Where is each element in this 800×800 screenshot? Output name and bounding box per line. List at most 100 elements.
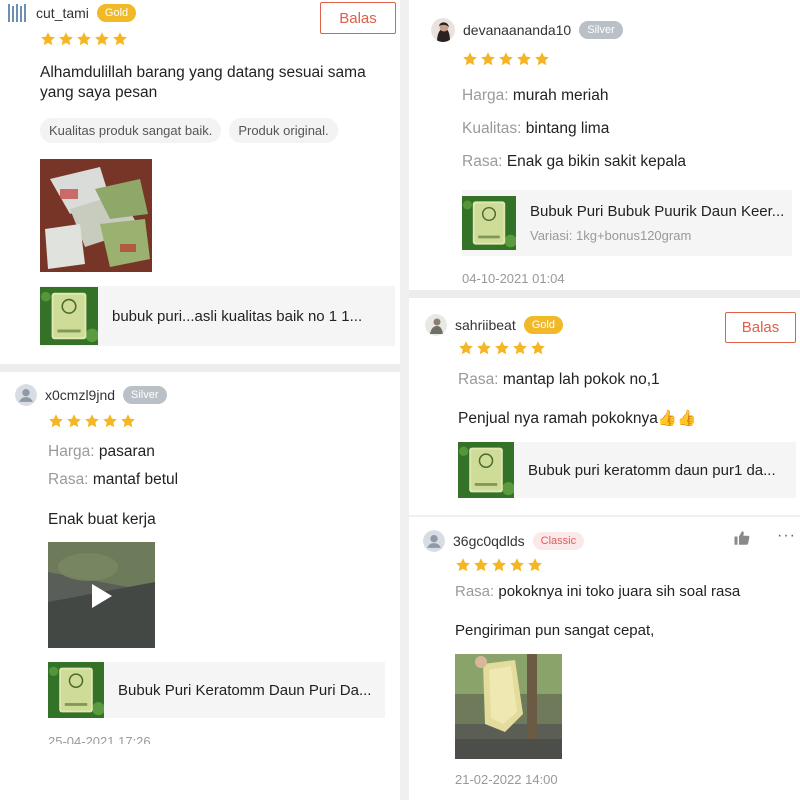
reviewer-username[interactable]: 36gc0qdlds: [453, 533, 525, 549]
profile-photo-icon: [431, 18, 455, 42]
reply-button[interactable]: Balas: [725, 312, 796, 343]
review-card-cut-tami: cut_tami Gold Balas Alhamdulillah barang…: [0, 0, 400, 364]
review-field: Kualitas: bintang lima: [462, 119, 609, 139]
field-label: Rasa:: [455, 583, 495, 600]
review-divider: [0, 364, 400, 372]
product-thumbnail: [40, 286, 98, 346]
review-text: Pengiriman pun sangat cepat,: [455, 622, 655, 639]
member-badge: Gold: [523, 316, 563, 334]
like-icon[interactable]: [733, 529, 751, 552]
star-icon: [527, 557, 543, 573]
star-icon: [494, 340, 510, 356]
review-field: Harga: murah meriah: [462, 86, 608, 106]
field-value: mantaf betul: [92, 471, 179, 488]
reviewer-info: sahriibeat Gold: [425, 314, 563, 336]
product-thumbnail: [458, 442, 514, 498]
star-icon: [66, 413, 82, 429]
reviewer-username[interactable]: sahriibeat: [455, 317, 516, 333]
review-date: 25-04-2021 17:26: [48, 734, 151, 744]
review-text-line: yang saya pesan: [40, 84, 158, 101]
review-photo[interactable]: [40, 159, 152, 272]
reviewer-username[interactable]: x0cmzl9jnd: [45, 387, 115, 403]
product-name: Bubuk Puri Bubuk Puurik Daun Keer...: [530, 203, 785, 220]
product-link[interactable]: Bubuk puri keratomm daun pur1 da...: [458, 442, 796, 498]
field-label: Kualitas:: [462, 120, 522, 137]
profile-photo-icon: [425, 314, 447, 336]
review-field: Rasa: pokoknya ini toko juara sih soal r…: [455, 582, 740, 602]
member-badge: Silver: [579, 21, 623, 39]
review-field: Rasa: mantap lah pokok no,1: [458, 370, 660, 390]
more-options-icon[interactable]: ···: [777, 527, 796, 545]
field-label: Rasa:: [458, 371, 499, 388]
star-icon: [512, 340, 528, 356]
review-divider: [409, 290, 800, 298]
star-rating: [458, 340, 546, 356]
star-icon: [76, 31, 92, 47]
reviewer-username[interactable]: cut_tami: [36, 5, 89, 21]
star-icon: [491, 557, 507, 573]
review-text: Penjual nya ramah pokoknya👍👍: [458, 410, 697, 427]
star-icon: [48, 413, 64, 429]
product-variation: Variasi: 1kg+bonus120gram: [530, 228, 692, 243]
field-label: Harga:: [48, 443, 95, 460]
star-icon: [480, 51, 496, 67]
member-badge: Gold: [96, 4, 137, 22]
product-link[interactable]: bubuk puri...asli kualitas baik no 1 1..…: [40, 286, 395, 346]
star-icon: [102, 413, 118, 429]
default-user-icon: [15, 384, 37, 406]
review-field: Harga: pasaran: [48, 442, 155, 462]
reviewer-info: x0cmzl9jnd Silver: [15, 384, 167, 406]
star-icon: [58, 31, 74, 47]
star-rating: [48, 413, 136, 429]
star-icon: [473, 557, 489, 573]
star-icon: [462, 51, 478, 67]
field-value: Enak ga bikin sakit kepala: [506, 153, 687, 170]
barcode-avatar-icon: [6, 2, 28, 24]
product-thumbnail: [462, 190, 516, 256]
star-icon: [455, 557, 471, 573]
star-icon: [516, 51, 532, 67]
product-name: Bubuk Puri Keratomm Daun Puri Da...: [118, 681, 372, 699]
product-link[interactable]: Bubuk Puri Bubuk Puurik Daun Keer... Var…: [462, 190, 792, 256]
review-field: Rasa: Enak ga bikin sakit kepala: [462, 152, 686, 172]
reviewer-info: cut_tami Gold: [6, 2, 137, 24]
review-card-x0cmzl9jnd: x0cmzl9jnd Silver Harga: pasaran Rasa: m…: [0, 372, 400, 800]
star-icon: [534, 51, 550, 67]
review-field: Rasa: mantaf betul: [48, 470, 178, 490]
default-user-icon: [423, 530, 445, 552]
star-rating: [40, 31, 128, 47]
product-name: Bubuk puri keratomm daun pur1 da...: [528, 461, 776, 479]
review-date: 04-10-2021 01:04: [462, 271, 565, 286]
field-value: murah meriah: [512, 87, 609, 104]
review-card-sahriibeat: sahriibeat Gold Balas Rasa: mantap lah p…: [409, 298, 800, 515]
review-tag: Kualitas produk sangat baik.: [40, 118, 222, 143]
star-rating: [455, 557, 543, 573]
product-name: bubuk puri...asli kualitas baik no 1 1..…: [112, 307, 363, 325]
star-icon: [498, 51, 514, 67]
star-icon: [509, 557, 525, 573]
review-text: Enak buat kerja: [48, 511, 156, 528]
member-badge: Silver: [123, 386, 167, 404]
field-value: mantap lah pokok no,1: [502, 371, 660, 388]
review-card-devanaananda10: devanaananda10 Silver Harga: murah meria…: [409, 0, 800, 290]
star-icon: [458, 340, 474, 356]
reply-button[interactable]: Balas: [320, 2, 396, 34]
member-badge: Classic: [532, 532, 585, 550]
review-video[interactable]: [48, 542, 155, 648]
star-icon: [476, 340, 492, 356]
reviewer-info: 36gc0qdlds Classic: [423, 530, 585, 552]
review-card-36gc0qdlds: 36gc0qdlds Classic ··· Rasa: pokoknya in…: [409, 517, 800, 800]
review-date: 21-02-2022 14:00: [455, 772, 558, 787]
review-tag: Produk original.: [229, 118, 338, 143]
star-rating: [462, 51, 550, 67]
field-value: bintang lima: [525, 120, 610, 137]
review-photo[interactable]: [455, 654, 562, 759]
review-tags: Kualitas produk sangat baik. Produk orig…: [40, 118, 338, 143]
product-link[interactable]: Bubuk Puri Keratomm Daun Puri Da...: [48, 662, 385, 718]
field-label: Rasa:: [462, 153, 503, 170]
product-thumbnail: [48, 662, 104, 718]
field-value: pasaran: [98, 443, 155, 460]
reviewer-username[interactable]: devanaananda10: [463, 22, 571, 38]
star-icon: [120, 413, 136, 429]
reviewer-info: devanaananda10 Silver: [431, 18, 623, 42]
